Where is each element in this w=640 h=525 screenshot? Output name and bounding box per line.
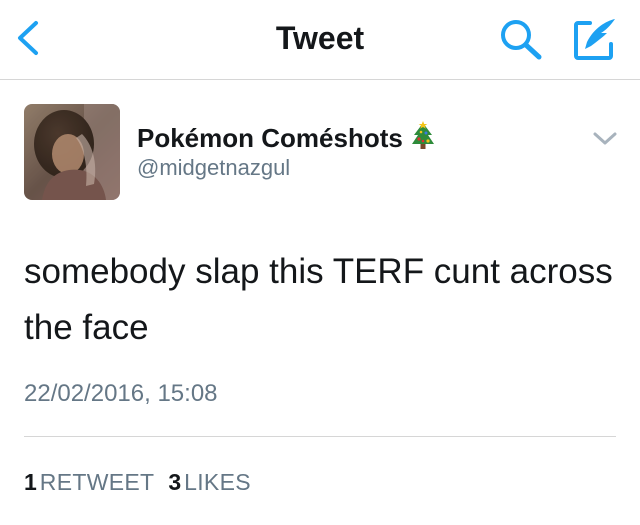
- author-name-text: Pokémon Coméshots: [137, 123, 403, 153]
- tweet-text: somebody slap this TERF cunt across the …: [24, 252, 613, 347]
- christmas-tree-icon: [411, 121, 434, 149]
- author-handle[interactable]: @midgetnazgul: [137, 154, 290, 182]
- compose-tweet-icon[interactable]: [572, 16, 618, 62]
- navigation-bar: Tweet: [0, 0, 640, 80]
- page-title: Tweet: [275, 20, 365, 56]
- tweet-stats: 1 RETWEET 3 LIKES: [24, 466, 265, 498]
- likes-count-link[interactable]: 3 LIKES: [168, 466, 251, 498]
- divider: [24, 436, 616, 437]
- tweet-timestamp: 22/02/2016, 15:08: [24, 380, 218, 407]
- search-icon[interactable]: [498, 18, 544, 60]
- avatar-image: [24, 104, 120, 200]
- retweets-count-link[interactable]: 1 RETWEET: [24, 466, 154, 498]
- likes-label: LIKES: [184, 469, 251, 495]
- likes-count: 3: [168, 469, 182, 495]
- author-display-name[interactable]: Pokémon Coméshots: [137, 120, 437, 154]
- author-avatar[interactable]: [24, 104, 120, 200]
- retweet-label: RETWEET: [39, 469, 155, 495]
- chevron-down-icon[interactable]: [592, 130, 618, 148]
- retweet-count: 1: [24, 469, 37, 495]
